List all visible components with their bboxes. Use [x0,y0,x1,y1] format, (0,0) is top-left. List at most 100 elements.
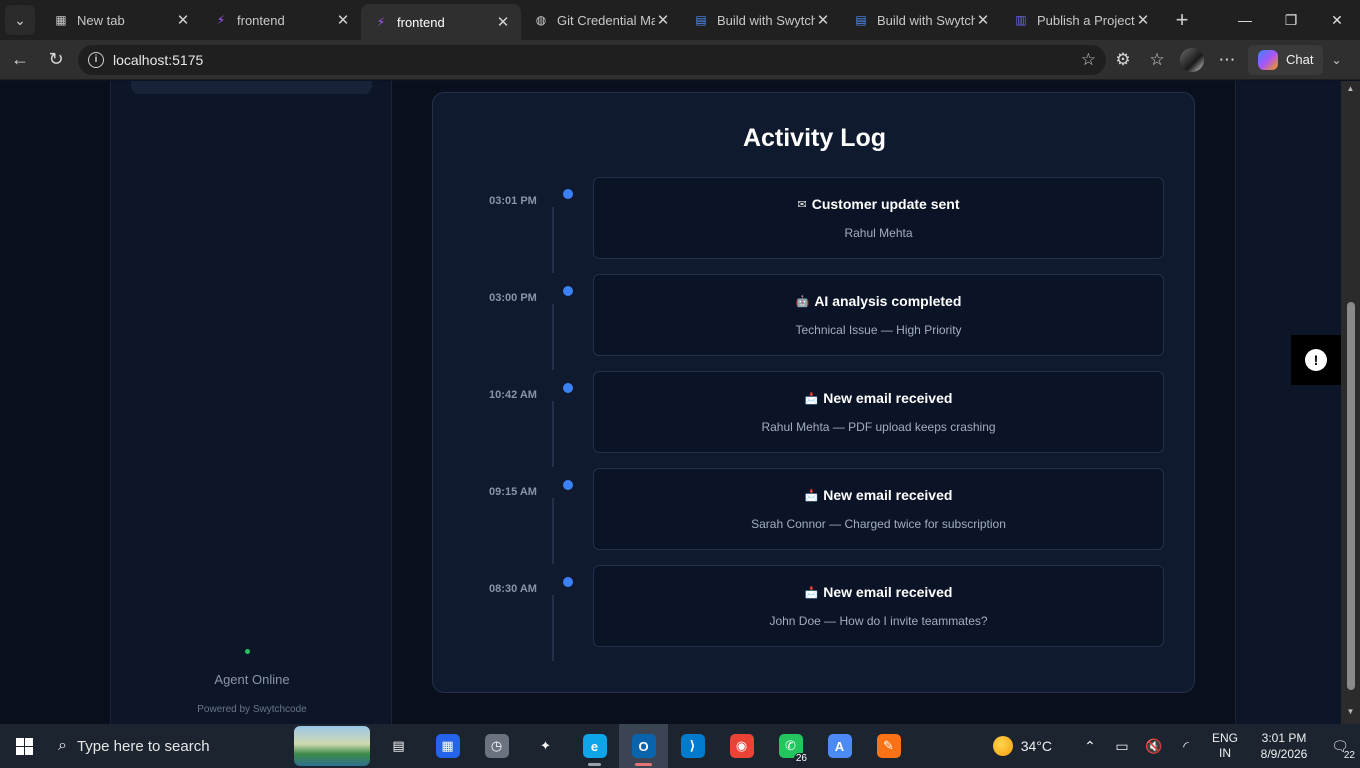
site-info-icon[interactable]: i [88,51,104,68]
taskbar-app-button[interactable]: ⟩ [668,724,717,768]
back-arrow-icon: ← [11,49,29,69]
scroll-up-arrow[interactable]: ▲ [1341,84,1360,98]
taskbar-app-button[interactable]: ✦ [521,724,570,768]
close-window-button[interactable]: ✕ [1314,0,1360,40]
weather-temp: 34°C [1020,738,1052,754]
favorite-star-icon[interactable]: ☆ [1081,50,1096,70]
copilot-chat-button[interactable]: Chat [1248,44,1324,75]
activity-card[interactable]: 📩 New email received John Doe — How do I i… [593,565,1164,647]
taskbar-app-button[interactable]: ✆ 26 [766,724,815,768]
new-tab-button[interactable]: + [1167,5,1197,35]
favorites-button[interactable]: ☆ [1140,44,1174,76]
tab-title: frontend [397,14,445,30]
activity-subtitle: Rahul Mehta [844,226,913,240]
browser-toolbar: ← ↻ i localhost:5175 ☆ ⚙ ☆ ⋯ Chat ⌄ [0,40,1360,80]
close-tab-icon[interactable]: ✕ [175,11,191,29]
activity-subtitle: John Doe — How do I invite teammates? [769,614,988,628]
help-bubble-icon: ! [1305,349,1327,371]
browser-tab[interactable]: ▦ New tab ✕ [41,0,201,40]
taskbar-app-button[interactable]: ▤ [374,724,423,768]
outlook-icon: O [631,734,656,758]
window-controls: — ❐ ✕ [1222,0,1360,40]
activity-title: AI analysis completed [814,293,962,309]
activity-time: 03:00 PM [489,292,537,304]
tab-actions-menu-button[interactable]: ⌄ [5,5,35,35]
globe-icon: ◍ [535,13,547,27]
browser-tab[interactable]: ▥ Publish a Project - ✕ [1001,0,1161,40]
task-view-icon: ▤ [392,738,405,753]
docs-icon: ▤ [695,13,707,27]
taskbar-search-box[interactable]: ⌕ Type here to search [48,724,308,768]
browser-tab[interactable]: ⚡ frontend ✕ [361,4,521,40]
minimize-button[interactable]: — [1222,0,1268,40]
more-menu-button[interactable]: ⋯ [1210,44,1244,76]
browser-tab[interactable]: ▤ Build with Swytchc ✕ [681,0,841,40]
taskbar-app-button[interactable]: ◉ [717,724,766,768]
activity-entry: 03:01 PM ✉ Customer update sent Rahul Mehta [433,177,1196,273]
timeline-connector [552,304,554,370]
vscode-icon: ⟩ [680,734,705,758]
maximize-button[interactable]: ❐ [1268,0,1314,40]
ellipsis-icon: ⋯ [1218,49,1236,69]
activity-card[interactable]: 📩 New email received Rahul Mehta — PDF upl… [593,371,1164,453]
close-tab-icon[interactable]: ✕ [655,11,671,29]
address-bar[interactable]: i localhost:5175 ☆ [78,44,1106,75]
activity-time: 03:01 PM [489,195,537,207]
taskbar-clock[interactable]: 3:01 PM 8/9/2026 [1248,730,1320,762]
back-button[interactable]: ← [4,44,36,76]
browser-tab[interactable]: ▤ Build with Swytchc ✕ [841,0,1001,40]
close-tab-icon[interactable]: ✕ [815,11,831,29]
taskbar-app-button[interactable]: ✎ [864,724,913,768]
tab-title: New tab [77,12,125,28]
activity-time: 08:30 AM [489,583,537,595]
close-tab-icon[interactable]: ✕ [1135,11,1151,29]
wifi-icon[interactable]: ◜ [1170,738,1202,755]
scroll-down-arrow[interactable]: ▼ [1341,707,1360,721]
battery-icon[interactable]: ▭ [1106,738,1138,755]
scrollbar-thumb[interactable] [1347,302,1355,690]
timeline-dot [563,383,573,393]
extensions-button[interactable]: ⚙ [1106,44,1140,76]
help-chat-button[interactable]: ! [1291,335,1341,385]
volume-muted-icon[interactable]: 🔇 [1138,738,1170,755]
start-button[interactable] [0,724,48,768]
taskbar-app-button[interactable]: ◷ [472,724,521,768]
activity-log-panel: Activity Log 03:01 PM ✉ Customer update se… [432,92,1195,693]
search-highlight-image[interactable] [294,726,370,766]
weather-widget[interactable]: 34°C [992,736,1052,756]
taskbar-app-button[interactable]: e [570,724,619,768]
taskbar-app-button[interactable]: ▦ [423,724,472,768]
clock-time: 3:01 PM [1261,731,1307,745]
activity-entry: 10:42 AM 📩 New email received Rahul Mehta —… [433,371,1196,467]
chat-label: Chat [1286,52,1314,67]
browser-tab[interactable]: ⚡ frontend ✕ [201,0,361,40]
browser-tab[interactable]: ◍ Git Credential Man ✕ [521,0,681,40]
taskbar-app-button[interactable]: O [619,724,668,768]
chevron-down-icon[interactable]: ⌄ [1323,53,1349,67]
activity-card[interactable]: 📩 New email received Sarah Connor — Charge… [593,468,1164,550]
windows-logo-icon [15,737,33,755]
powered-by-text: Powered by Swytchcode [197,704,307,715]
refresh-button[interactable]: ↻ [40,44,72,76]
activity-card[interactable]: 🤖 AI analysis completed Technical Issue — … [593,274,1164,356]
page-viewport: Agent Online Powered by Swytchcode Activ… [0,81,1341,724]
taskbar-app-button[interactable]: A [815,724,864,768]
chrome-icon: ◉ [729,734,754,758]
profile-avatar[interactable] [1180,47,1204,72]
show-hidden-icons-chevron-icon[interactable]: ⌃ [1074,738,1106,755]
language-indicator[interactable]: ENG IN [1202,731,1248,761]
close-tab-icon[interactable]: ✕ [335,11,351,29]
activity-card[interactable]: ✉ Customer update sent Rahul Mehta [593,177,1164,259]
right-gutter [1235,81,1341,724]
close-tab-icon[interactable]: ✕ [495,13,511,31]
close-tab-icon[interactable]: ✕ [975,11,991,29]
page-scrollbar[interactable]: ▲ ▼ [1341,81,1360,724]
refresh-icon: ↻ [48,49,64,69]
weather-icon [992,736,1013,756]
edge-icon: e [582,734,607,758]
notification-center-button[interactable]: 🗨 22 [1320,738,1360,761]
feather-app-icon: ✦ [540,738,551,753]
system-tray: 34°C ⌃ ▭ 🔇 ◜ ENG IN 3:01 PM 8/9/2026 🗨 2… [992,724,1360,768]
tab-title: Git Credential Man [557,12,655,28]
activity-title: Customer update sent [811,196,960,212]
